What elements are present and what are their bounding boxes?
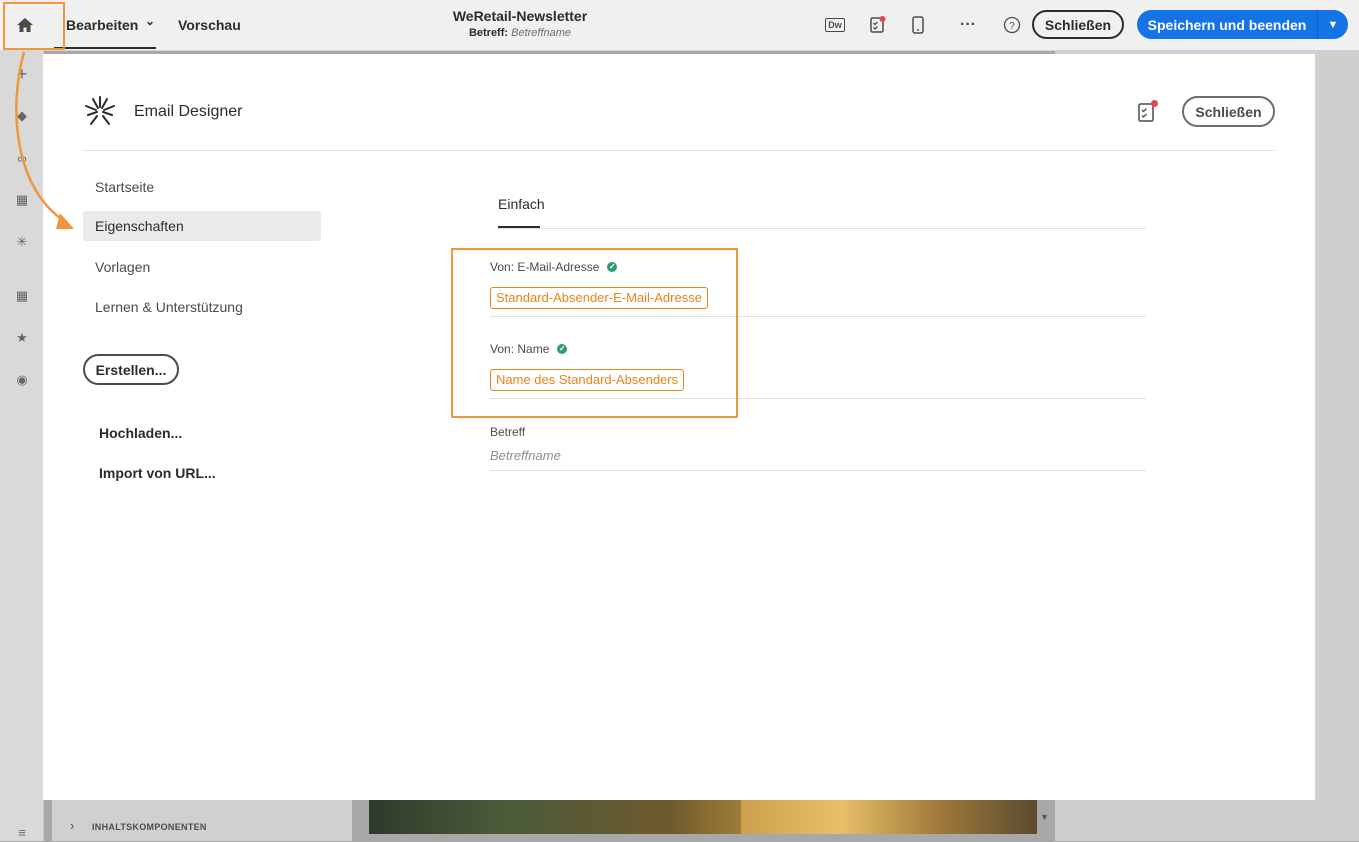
- email-hero-image-right: [741, 800, 1037, 834]
- more-icon[interactable]: ···: [957, 14, 979, 36]
- svg-text:?: ?: [1009, 21, 1015, 32]
- dw-badge: Dw: [825, 18, 845, 32]
- checklist-icon[interactable]: [866, 14, 888, 36]
- sender-fields-highlight: [451, 248, 738, 418]
- create-button[interactable]: Erstellen...: [83, 354, 179, 385]
- subject-value: Betreffname: [511, 27, 572, 39]
- home-highlight-box: [3, 2, 65, 50]
- nav-item-home[interactable]: Startseite: [83, 172, 321, 202]
- mobile-icon[interactable]: [907, 14, 929, 36]
- document-title: WeRetail-Newsletter: [452, 8, 588, 24]
- tab-simple[interactable]: Einfach: [498, 196, 545, 212]
- close-editor-button[interactable]: Schließen: [1032, 10, 1124, 39]
- scroll-down-icon[interactable]: ▼: [1040, 812, 1049, 822]
- document-subject: Betreff: Betreffname: [440, 27, 600, 39]
- save-and-close-label: Speichern und beenden: [1147, 16, 1307, 33]
- upload-link[interactable]: Hochladen...: [99, 425, 182, 441]
- chevron-down-icon[interactable]: ⌄: [145, 14, 155, 28]
- email-designer-modal: Email Designer Schließen Startseite Eige…: [43, 54, 1315, 800]
- nav-item-templates[interactable]: Vorlagen: [83, 252, 321, 282]
- globe-icon[interactable]: ◉: [12, 370, 32, 390]
- layers-icon[interactable]: ◆: [12, 106, 32, 126]
- subject-label: Betreff: [490, 425, 525, 439]
- help-icon[interactable]: ?: [1001, 14, 1023, 36]
- chevron-down-icon[interactable]: ▼: [1318, 19, 1348, 31]
- link-icon[interactable]: ∞: [12, 148, 32, 168]
- import-from-url-link[interactable]: Import von URL...: [99, 465, 216, 481]
- modal-title: Email Designer: [134, 103, 243, 120]
- subject-rule: [490, 470, 1146, 471]
- content-components-icon[interactable]: ≡: [12, 822, 32, 842]
- designer-icon[interactable]: ✳: [12, 232, 32, 252]
- modal-header-divider: [83, 150, 1275, 151]
- subject-label-text: Betreff: [490, 425, 526, 439]
- tab-preview[interactable]: Vorschau: [178, 17, 241, 33]
- content-components-bar[interactable]: [52, 800, 352, 841]
- structures-icon[interactable]: ▦: [12, 286, 32, 306]
- add-icon[interactable]: +: [12, 64, 32, 84]
- nav-item-learn-support[interactable]: Lernen & Unterstützung: [83, 292, 321, 322]
- save-and-close-button[interactable]: Speichern und beenden ▼: [1137, 10, 1348, 39]
- tab-edit[interactable]: Bearbeiten: [66, 17, 138, 33]
- editor-topbar: Bearbeiten ⌄ Vorschau WeRetail-Newslette…: [0, 0, 1359, 51]
- subject-prefix: Betreff:: [468, 27, 509, 39]
- tab-edit-underline: [54, 47, 156, 49]
- nav-item-properties[interactable]: Eigenschaften: [83, 211, 321, 241]
- notification-dot: [1151, 100, 1158, 107]
- email-designer-logo: [85, 96, 115, 125]
- images-icon[interactable]: ▦: [12, 190, 32, 210]
- dreamweaver-icon[interactable]: Dw: [824, 14, 846, 36]
- editor-left-rail: + ◆ ∞ ▦ ✳ ▦ ★ ◉ ≡: [0, 50, 44, 841]
- content-components-label: INHALTSKOMPONENTEN: [92, 822, 207, 832]
- chevron-right-icon[interactable]: ›: [70, 818, 74, 833]
- modal-close-button[interactable]: Schließen: [1182, 96, 1275, 127]
- fragments-icon[interactable]: ★: [12, 328, 32, 348]
- subject-field[interactable]: Betreffname: [490, 448, 561, 463]
- tab-rule: [498, 228, 1146, 229]
